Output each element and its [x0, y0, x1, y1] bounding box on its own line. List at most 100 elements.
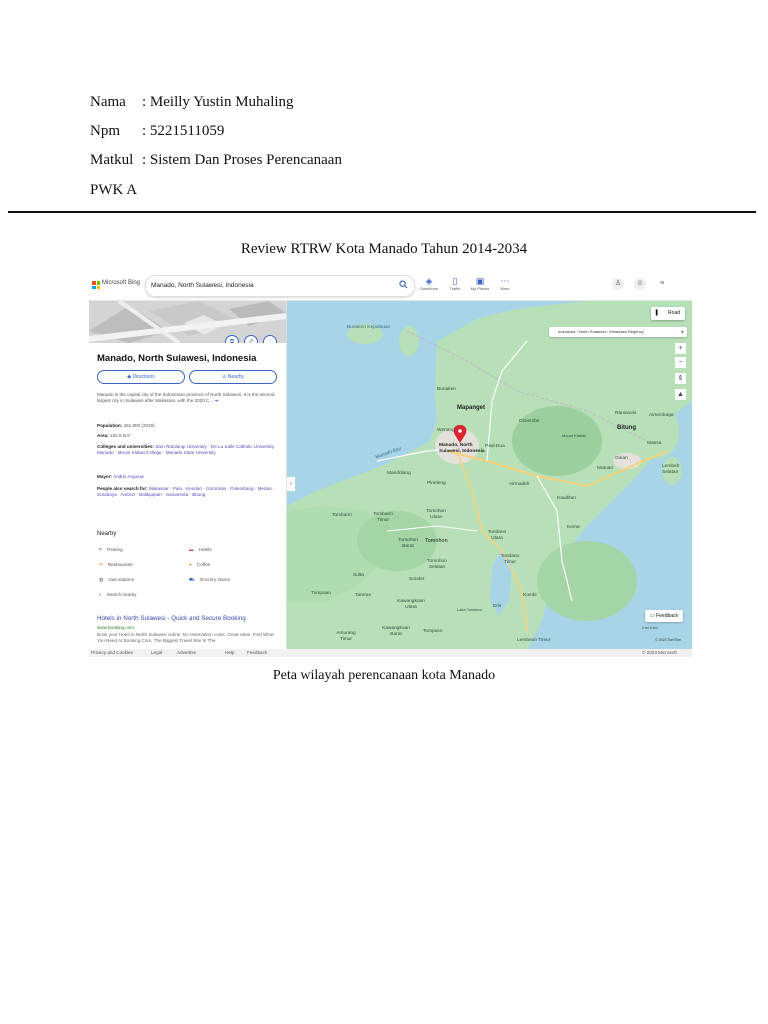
label-ranowulu: Ranowulu — [615, 411, 637, 416]
label-tumpaan: Tumpaan — [311, 591, 332, 596]
label-tomohon-selatan: Tomohon Selatan — [427, 559, 447, 570]
info-panel: ⧉ ↗ ⋮ Manado, North Sulawesi, Indonesia … — [89, 301, 287, 650]
label-bunaken-kepulauan: Bunaken Kepulauan — [347, 325, 391, 330]
footer-feedback-link[interactable]: Feedback — [247, 650, 267, 655]
footer-advertise-link[interactable]: Advertise — [177, 650, 196, 655]
nearby-restaurants[interactable]: Ψ Restaurants — [99, 562, 133, 567]
brand-name: Microsoft Bing — [102, 280, 141, 286]
label-amurang-timur: Amurang Timur — [336, 631, 356, 642]
more-icon: ⋯ — [500, 276, 510, 286]
hotel-ad-url[interactable]: www.booking.com — [97, 625, 134, 630]
collapse-panel-button[interactable]: ‹ — [287, 477, 295, 491]
mayor-row: Mayor: Andrei Angouw — [97, 474, 144, 479]
hotel-ad-title[interactable]: Hotels in North Sulawesi - Quick and Sec… — [97, 615, 246, 622]
nearby-coffee[interactable]: ● Coffee — [189, 562, 210, 567]
label-mount-klabat: Mount Klabat — [562, 433, 586, 438]
label-tompaso: Tompaso — [423, 629, 443, 634]
map-feedback-button[interactable]: ▭ Feedback — [645, 610, 683, 622]
label-pin: Manado, North Sulawesi, Indonesia — [439, 443, 485, 454]
label-lembeh-selatan: Lembeh Selatan — [662, 464, 680, 475]
horizontal-divider — [8, 211, 756, 213]
zoom-in-button[interactable]: + — [675, 343, 686, 354]
directions-label: Directions — [420, 286, 438, 291]
rewards-icon[interactable]: ♕ — [634, 278, 646, 290]
nearby-hotels[interactable]: ▬ Hotels — [189, 547, 212, 552]
npm-label: Npm — [90, 123, 120, 139]
more-options-icon[interactable]: ⋮ — [263, 335, 277, 343]
road-icon: ▐ — [654, 310, 658, 316]
place-title: Manado, North Sulawesi, Indonesia — [97, 353, 257, 364]
label-airtembaga: Airtembaga — [649, 413, 674, 418]
also-search-row: People also search for: Makassar · Palu … — [97, 486, 275, 497]
course-label: Matkul — [90, 152, 134, 168]
search-icon[interactable] — [399, 280, 408, 289]
label-tareran: Tareran — [355, 593, 372, 598]
colleges-row: Colleges and universities: Sam Ratulangi… — [97, 444, 274, 455]
label-sonder: Sonder — [409, 577, 425, 582]
label-tomohon-barat: Tomohon Barat — [398, 538, 418, 549]
map-screenshot: Microsoft Bing Manado, North Sulawesi, I… — [89, 272, 692, 657]
label-kombi: Kombi — [523, 593, 537, 598]
more-button[interactable]: ⋯ More — [495, 276, 515, 291]
name-label: Nama — [90, 94, 126, 110]
label-sulta: Sulta — [353, 573, 364, 578]
footer-legal-link[interactable]: Legal — [151, 650, 162, 655]
footer-help-link[interactable]: Help — [225, 650, 234, 655]
microsoft-logo-icon — [92, 281, 100, 289]
directions-pill-button[interactable]: ◆ Directions — [97, 370, 185, 384]
footer-privacy-link[interactable]: Privacy and Cookies — [91, 650, 133, 655]
directions-icon: ◈ — [425, 276, 433, 286]
label-kawangkoan-utara: Kawangkoan Utara — [397, 599, 425, 610]
label-airmadidi: Airmadidi — [509, 482, 529, 487]
label-lake-tondano: Lake Tondano — [457, 607, 483, 612]
tilt-icon[interactable]: ▲ — [675, 389, 686, 400]
label-tondano-utara: Tondano Utara — [487, 530, 507, 541]
label-tondano-timur: Tondano Timur — [500, 554, 520, 565]
label-mapanget: Mapanget — [457, 405, 486, 411]
npm-line: Npm : 5221511059 — [90, 123, 224, 140]
menu-icon[interactable]: ≡ — [656, 278, 668, 290]
label-matuari: Matuari — [597, 466, 613, 471]
document-title: Review RTRW Kota Manado Tahun 2014-2034 — [240, 241, 528, 257]
nearby-parking[interactable]: P Parking — [99, 547, 123, 552]
my-places-icon: ▣ — [475, 276, 485, 286]
share-icon[interactable]: ↗ — [244, 335, 258, 343]
locate-icon[interactable]: ⊕ — [681, 327, 684, 337]
search-nearby[interactable]: ⌕ Search nearby — [99, 592, 136, 597]
name-line: Nama: Meilly Yustin Muhaling — [90, 94, 294, 111]
search-box[interactable]: Manado, North Sulawesi, Indonesia — [145, 275, 415, 297]
label-paal-dua: Paal Dua — [485, 444, 505, 449]
course-value: : Sistem Dan Proses Perencanaan — [142, 152, 342, 168]
label-pineleng: Pineleng — [427, 481, 446, 486]
more-label: More — [500, 286, 510, 291]
bing-footer: Privacy and Cookies Legal Advertise Help… — [89, 649, 692, 657]
nearby-grocery[interactable]: ⛟ Grocery stores — [189, 577, 230, 584]
map-scale: 2 mi 5 km — [642, 626, 658, 630]
directions-button[interactable]: ◈ Directions — [419, 276, 439, 291]
label-bunaken: Bunaken — [437, 387, 456, 392]
label-tomohon-utara: Tomohon Utara — [426, 509, 446, 520]
tomtom-copyright: © 2023 TomTom — [655, 638, 682, 642]
road-view-button[interactable]: ▐ Road — [651, 307, 685, 320]
cart-icon: ⛟ — [189, 577, 195, 582]
profile-icon[interactable]: ♙ — [612, 278, 624, 290]
label-wenang: Wenang — [437, 428, 455, 433]
area-row: Area: 162.5 km² — [97, 433, 131, 438]
zoom-out-button[interactable]: − — [675, 357, 686, 368]
compass-icon[interactable]: ⇕ — [675, 373, 686, 384]
search-input[interactable]: Manado, North Sulawesi, Indonesia — [151, 282, 254, 289]
my-places-button[interactable]: ▣ My Places — [470, 276, 490, 291]
npm-value: : 5221511059 — [142, 123, 225, 139]
expand-icon[interactable]: ➜ — [214, 398, 218, 403]
nearby-gas[interactable]: ▥ Gas stations — [99, 577, 134, 583]
traffic-button[interactable]: ▯ Traffic — [445, 276, 465, 291]
population-row: Population: 451,900 (2020) — [97, 423, 155, 428]
nearby-pill-label: Nearby — [227, 374, 244, 380]
map-canvas[interactable]: Bunaken Kepulauan Bunaken Mapanget Wenan… — [287, 301, 692, 650]
copy-icon[interactable]: ⧉ — [225, 335, 239, 343]
class-line: PWK A — [90, 182, 138, 198]
label-girian: Girian — [615, 456, 628, 461]
nearby-pill-button[interactable]: ♙ Nearby — [189, 370, 277, 384]
label-tombariri-timur: Tombariri Timur — [373, 512, 393, 523]
map-breadcrumb[interactable]: Indonesia › North Sulawesi › Minahasa Re… — [549, 327, 687, 337]
